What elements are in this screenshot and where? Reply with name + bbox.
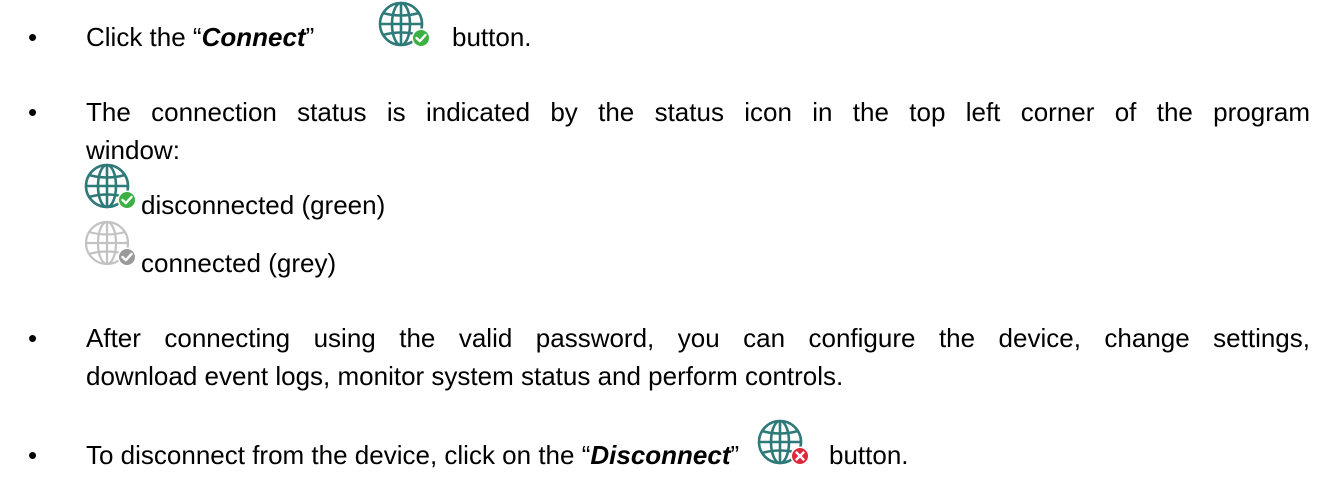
text-before: To disconnect from the device, click on … <box>86 440 591 470</box>
status-grey-label: connected (grey) <box>141 248 337 278</box>
after-connect-line2: download event logs, monitor system stat… <box>86 361 844 391</box>
bullet-1: • <box>28 22 38 52</box>
instruction-disconnect: To disconnect from the device, click on … <box>86 442 739 468</box>
globe-red-x-icon <box>754 418 816 468</box>
disconnect-command-label: Disconnect <box>590 440 731 470</box>
text-after: button. <box>829 440 909 470</box>
globe-grey-check-icon <box>81 219 143 269</box>
text-before: Click the “ <box>86 22 202 52</box>
bullet-3: • <box>28 323 38 353</box>
bullet-2: • <box>28 97 38 127</box>
quote-close: ” <box>730 440 740 470</box>
status-description-line2: window: <box>86 135 180 165</box>
bullet-4: • <box>28 440 38 470</box>
globe-green-check-icon <box>81 162 143 212</box>
text-after: button. <box>452 22 532 52</box>
connect-command-label: Connect <box>201 22 306 52</box>
after-connect-line1: After connecting using the valid passwor… <box>86 323 1310 353</box>
globe-green-check-icon <box>375 0 437 50</box>
quote-close: ” <box>305 22 315 52</box>
status-green-label: disconnected (green) <box>141 190 386 220</box>
status-description-line1: The connection status is indicated by th… <box>86 97 1310 127</box>
instruction-connect: Click the “Connect” <box>86 24 314 50</box>
